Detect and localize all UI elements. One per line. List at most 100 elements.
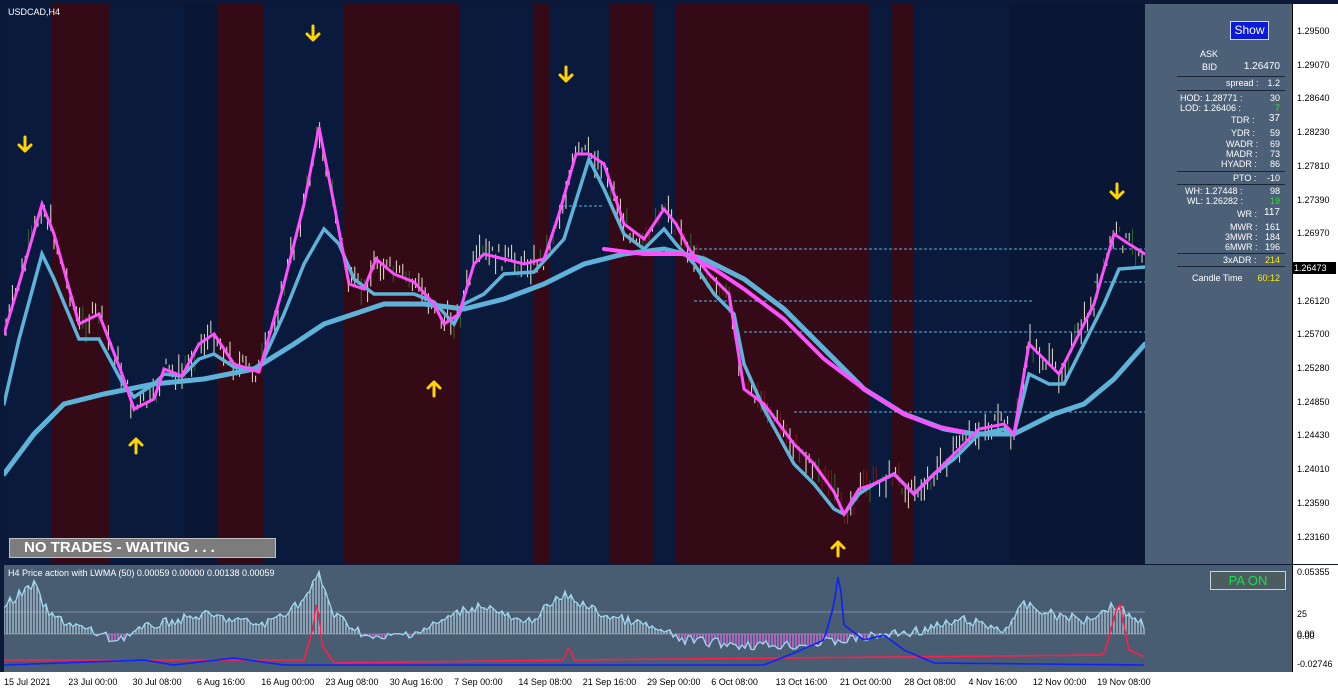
pto-label: PTO :	[1233, 173, 1257, 183]
bid-value: 1.26470	[1243, 61, 1280, 72]
fast-moving-average-line	[4, 126, 1145, 518]
price-tick: 1.24430	[1297, 430, 1330, 441]
indicator-tick: -0.02746	[1297, 659, 1333, 669]
price-tick: 1.29500	[1297, 26, 1330, 36]
indicator-histogram	[4, 571, 1145, 650]
mwr6-label: 6MWR :	[1225, 242, 1258, 252]
candle-time-label: Candle Time	[1192, 273, 1243, 283]
chart-symbol-title: USDCAD,H4	[8, 7, 61, 17]
wr-label: WR :	[1237, 209, 1257, 219]
spread-label: spread :	[1226, 78, 1259, 88]
mwr6-value: 196	[1264, 242, 1280, 252]
time-tick: 12 Nov 00:00	[1032, 677, 1087, 687]
main-price-chart[interactable]	[4, 4, 1294, 564]
time-tick: 15 Jul 2021	[4, 677, 51, 687]
time-tick: 23 Aug 08:00	[325, 677, 379, 687]
lod-text: LOD: 1.26406 :	[1180, 103, 1242, 113]
tdr-value: 37	[1268, 113, 1280, 124]
separator	[1177, 171, 1285, 172]
separator	[1177, 184, 1285, 185]
status-banner: NO TRADES - WAITING . . .	[9, 538, 276, 558]
up-arrow-icon	[426, 380, 442, 398]
up-arrow-icon	[830, 540, 846, 558]
time-tick: 7 Sep 00:00	[454, 677, 503, 687]
hyadr-value: 86	[1269, 159, 1280, 169]
hod-label: HOD: 1.28771 :	[1180, 93, 1243, 103]
wadr-label: WADR :	[1226, 139, 1259, 149]
time-tick: 4 Nov 16:00	[968, 677, 1018, 687]
adr3-label: 3xADR :	[1223, 255, 1257, 265]
tdr-label: TDR :	[1231, 115, 1255, 125]
mwr-label: MWR :	[1230, 222, 1258, 232]
time-tick: 6 Oct 08:00	[711, 677, 758, 687]
indicator-title: H4 Price action with LWMA (50) 0.00059 0…	[8, 568, 275, 578]
ydr-value: 59	[1269, 128, 1280, 138]
wadr-value: 69	[1269, 139, 1280, 149]
wh-label: WH: 1.27448 :	[1185, 186, 1243, 196]
indicator-plot	[4, 569, 1145, 666]
time-tick: 30 Jul 08:00	[132, 677, 182, 687]
candles	[5, 122, 1143, 524]
down-arrow-icon	[17, 135, 33, 153]
mid-moving-average-line	[4, 154, 1145, 517]
up-arrow-icon	[128, 437, 144, 455]
down-arrow-icon	[305, 24, 321, 42]
indicator-tick: 25	[1297, 609, 1308, 619]
time-tick: 14 Sep 08:00	[518, 677, 572, 687]
lod-label: LOD: 1.26406 :	[1180, 103, 1241, 113]
price-tick: 1.28640	[1297, 93, 1330, 104]
separator	[1177, 266, 1285, 267]
price-axis[interactable]: 1.29500 1.29070 1.28640 1.28230 1.27810 1.273…	[1292, 4, 1338, 575]
wl-value: 19	[1269, 196, 1280, 206]
price-plot	[4, 24, 1145, 558]
madr-label: MADR :	[1226, 149, 1258, 159]
indicator-tick: 0.05355	[1297, 567, 1330, 577]
magenta-slow-average-line	[602, 247, 966, 434]
price-tick: 1.28230	[1297, 127, 1330, 138]
ydr-label: YDR :	[1231, 128, 1256, 138]
price-tick: 1.26970	[1297, 228, 1330, 239]
hyadr-label: HYADR :	[1221, 159, 1257, 169]
spread-value: 1.2	[1267, 78, 1280, 88]
time-tick: 28 Oct 08:00	[904, 677, 956, 687]
separator	[1177, 76, 1285, 77]
hod-value: 30	[1269, 93, 1280, 103]
mwr-value: 161	[1264, 222, 1280, 232]
info-panel: Show ASK BID 1.26470 spread : 1.2 HOD: 1…	[1145, 4, 1292, 564]
price-tick: 1.24850	[1297, 396, 1330, 407]
adr3-value: 214	[1264, 255, 1280, 265]
time-tick: 16 Aug 00:00	[261, 677, 315, 687]
bid-label: BID	[1202, 62, 1218, 72]
show-button[interactable]: Show	[1230, 21, 1269, 40]
time-tick: 19 Nov 08:00	[1097, 677, 1151, 687]
price-tick: 1.23590	[1297, 497, 1330, 508]
price-tick: 1.29070	[1297, 59, 1330, 70]
time-tick: 30 Aug 16:00	[389, 677, 443, 687]
trading-window: { "window": {"title": "USDCAD,H4"}, "col…	[0, 0, 1338, 695]
madr-value: 73	[1269, 149, 1280, 159]
time-tick: 29 Sep 00:00	[647, 677, 701, 687]
price-tick: 1.27810	[1297, 160, 1330, 171]
time-tick: 6 Aug 16:00	[196, 677, 245, 687]
down-arrow-icon	[558, 65, 574, 83]
current-price-label: 1.26473	[1292, 262, 1336, 274]
price-tick: 1.24010	[1297, 464, 1330, 475]
signal-arrows	[17, 24, 1125, 558]
price-tick: 1.27390	[1297, 194, 1330, 205]
wr-value: 117	[1264, 207, 1280, 218]
time-tick: 13 Oct 16:00	[775, 677, 828, 687]
indicator-subwindow[interactable]	[4, 565, 1294, 672]
time-tick: 21 Oct 00:00	[839, 677, 892, 687]
pa-on-button[interactable]: PA ON	[1210, 571, 1286, 590]
lod-value: 7	[1274, 103, 1280, 113]
wh-value: 98	[1269, 186, 1280, 196]
price-tick: 1.25700	[1297, 329, 1330, 340]
indicator-axis: 0.05355 25 0.00 0.00 -0.02746	[1292, 565, 1338, 672]
time-tick: 21 Sep 16:00	[582, 677, 637, 687]
wl-label: WL: 1.26282 :	[1187, 196, 1244, 206]
price-tick: 1.25280	[1297, 363, 1330, 373]
price-tick: 1.23160	[1297, 531, 1330, 542]
ask-label: ASK	[1200, 49, 1219, 59]
pto-value: -10	[1266, 173, 1280, 183]
time-tick: 23 Jul 00:00	[68, 677, 118, 687]
